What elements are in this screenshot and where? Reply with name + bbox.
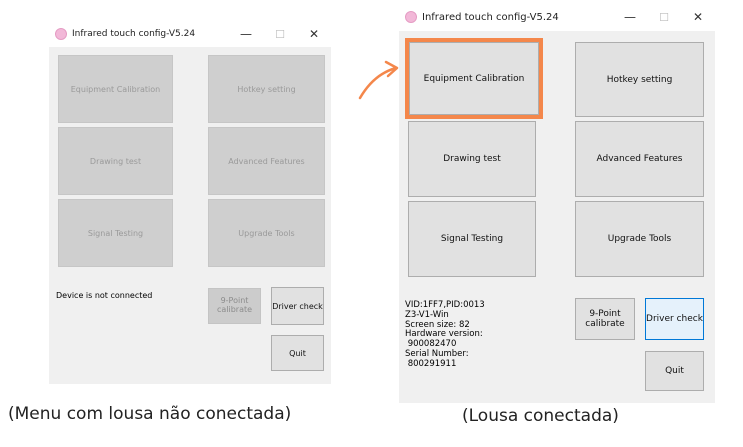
window-title: Infrared touch config-V5.24 <box>422 11 559 23</box>
caption-disconnected: (Menu com lousa não conectada) <box>8 404 292 424</box>
close-button[interactable]: ✕ <box>297 28 331 40</box>
app-icon <box>405 11 417 23</box>
quit-button[interactable]: Quit <box>271 335 324 371</box>
equipment-calibration-button[interactable]: Equipment Calibration <box>58 55 173 123</box>
window-title: Infrared touch config-V5.24 <box>72 29 196 39</box>
hotkey-setting-button[interactable]: Hotkey setting <box>208 55 325 123</box>
hotkey-setting-button[interactable]: Hotkey setting <box>575 42 704 117</box>
equipment-calibration-button[interactable]: Equipment Calibration <box>409 42 539 115</box>
app-icon <box>55 28 67 40</box>
signal-testing-button[interactable]: Signal Testing <box>408 201 536 277</box>
driver-check-button[interactable]: Driver check <box>271 287 324 325</box>
drawing-test-button[interactable]: Drawing test <box>58 127 173 195</box>
window-disconnected: Infrared touch config-V5.24 — ☐ ✕ Equipm… <box>49 21 331 384</box>
minimize-button[interactable]: — <box>613 11 647 23</box>
maximize-button[interactable]: ☐ <box>263 29 297 40</box>
upgrade-tools-button[interactable]: Upgrade Tools <box>575 201 704 277</box>
advanced-features-button[interactable]: Advanced Features <box>208 127 325 195</box>
quit-button[interactable]: Quit <box>645 351 704 391</box>
upgrade-tools-button[interactable]: Upgrade Tools <box>208 199 325 267</box>
nine-point-calibrate-button[interactable]: 9-Point calibrate <box>575 298 635 340</box>
title-bar: Infrared touch config-V5.24 — ☐ ✕ <box>399 3 715 31</box>
arrow-icon <box>358 60 399 100</box>
window-connected: Infrared touch config-V5.24 — ☐ ✕ Equipm… <box>399 3 715 403</box>
minimize-button[interactable]: — <box>229 28 263 40</box>
nine-point-calibrate-button[interactable]: 9-Point calibrate <box>208 288 261 324</box>
connection-status: Device is not connected <box>56 291 153 300</box>
advanced-features-button[interactable]: Advanced Features <box>575 121 704 197</box>
maximize-button[interactable]: ☐ <box>647 12 681 23</box>
title-bar: Infrared touch config-V5.24 — ☐ ✕ <box>49 21 331 47</box>
drawing-test-button[interactable]: Drawing test <box>408 121 536 197</box>
close-button[interactable]: ✕ <box>681 11 715 23</box>
caption-connected: (Lousa conectada) <box>462 406 619 426</box>
device-info: VID:1FF7,PID:0013 Z3-V1-Win Screen size:… <box>405 300 485 369</box>
driver-check-button[interactable]: Driver check <box>645 298 704 340</box>
signal-testing-button[interactable]: Signal Testing <box>58 199 173 267</box>
